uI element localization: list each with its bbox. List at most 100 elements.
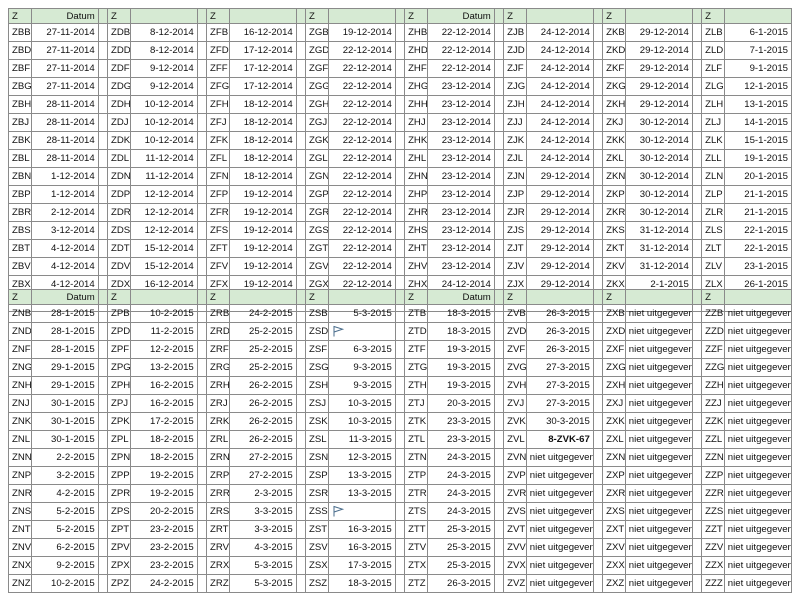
cell-date[interactable]: 4-12-2014 — [30, 239, 99, 258]
cell-date[interactable]: 12-12-2014 — [129, 185, 198, 204]
cell-date[interactable]: 31-12-2014 — [624, 257, 693, 276]
cell-date[interactable]: niet uitgegeven — [525, 538, 594, 557]
cell-plate-code[interactable]: ZGB — [305, 23, 329, 42]
cell-date[interactable]: 4-2-2015 — [30, 484, 99, 503]
cell-date[interactable]: 9-3-2015 — [327, 358, 396, 377]
cell-date[interactable]: 16-3-2015 — [327, 538, 396, 557]
cell-plate-code[interactable]: ZZB — [701, 304, 725, 323]
cell-date[interactable]: 18-2-2015 — [129, 448, 198, 467]
cell-plate-code[interactable]: ZHV — [404, 257, 428, 276]
cell-plate-code[interactable]: ZDN — [107, 167, 131, 186]
header-cell-code[interactable]: Z — [8, 289, 32, 305]
cell-plate-code[interactable]: ZBB — [8, 23, 32, 42]
cell-date[interactable]: 22-12-2014 — [327, 167, 396, 186]
cell-date[interactable]: 23-12-2014 — [426, 113, 495, 132]
cell-plate-code[interactable]: ZFF — [206, 59, 230, 78]
cell-plate-code[interactable]: ZDP — [107, 185, 131, 204]
cell-plate-code[interactable]: ZLG — [701, 77, 725, 96]
cell-plate-code[interactable]: ZNV — [8, 538, 32, 557]
cell-plate-code[interactable]: ZJR — [503, 203, 527, 222]
cell-date[interactable]: 2-3-2015 — [228, 484, 297, 503]
cell-date[interactable]: 23-12-2014 — [426, 131, 495, 150]
header-cell-datum[interactable] — [723, 289, 793, 305]
cell-date[interactable]: 2-2-2015 — [30, 448, 99, 467]
cell-plate-code[interactable]: ZJF — [503, 59, 527, 78]
cell-plate-code[interactable]: ZDG — [107, 77, 131, 96]
cell-date[interactable]: 13-3-2015 — [327, 484, 396, 503]
cell-plate-code[interactable]: ZRD — [206, 322, 230, 341]
cell-plate-code[interactable]: ZZZ — [701, 574, 725, 593]
cell-plate-code[interactable]: ZNL — [8, 430, 32, 449]
cell-date[interactable]: 27-2-2015 — [228, 466, 297, 485]
cell-date[interactable]: 21-1-2015 — [723, 203, 793, 222]
cell-plate-code[interactable]: ZNR — [8, 484, 32, 503]
header-cell-datum[interactable] — [624, 289, 693, 305]
cell-plate-code[interactable]: ZVR — [503, 484, 527, 503]
cell-date[interactable]: 24-3-2015 — [426, 502, 495, 521]
cell-date[interactable]: 23-2-2015 — [129, 520, 198, 539]
cell-plate-code[interactable]: ZDJ — [107, 113, 131, 132]
cell-date[interactable]: 13-1-2015 — [723, 95, 793, 114]
cell-date[interactable]: 23-12-2014 — [426, 77, 495, 96]
header-cell-code[interactable]: Z — [701, 8, 725, 24]
cell-plate-code[interactable]: ZPG — [107, 358, 131, 377]
cell-plate-code[interactable]: ZGR — [305, 203, 329, 222]
cell-plate-code[interactable]: ZPL — [107, 430, 131, 449]
cell-plate-code[interactable]: ZXB — [602, 304, 626, 323]
cell-date[interactable]: 19-3-2015 — [426, 340, 495, 359]
cell-plate-code[interactable]: ZBV — [8, 257, 32, 276]
cell-plate-code[interactable]: ZJL — [503, 149, 527, 168]
cell-plate-code[interactable]: ZFB — [206, 23, 230, 42]
cell-plate-code[interactable]: ZSJ — [305, 394, 329, 413]
cell-date[interactable]: 28-1-2015 — [30, 340, 99, 359]
cell-date[interactable]: 29-12-2014 — [624, 23, 693, 42]
cell-date[interactable]: 23-12-2014 — [426, 239, 495, 258]
cell-date[interactable]: 22-12-2014 — [327, 95, 396, 114]
cell-date[interactable]: 26-2-2015 — [228, 394, 297, 413]
cell-date[interactable]: 19-2-2015 — [129, 466, 198, 485]
cell-date[interactable]: 22-12-2014 — [426, 41, 495, 60]
cell-date[interactable]: 29-1-2015 — [30, 358, 99, 377]
cell-plate-code[interactable]: ZKP — [602, 185, 626, 204]
cell-date[interactable]: 16-12-2014 — [228, 23, 297, 42]
cell-plate-code[interactable]: ZZG — [701, 358, 725, 377]
cell-plate-code[interactable]: ZRB — [206, 304, 230, 323]
cell-date[interactable]: 30-1-2015 — [30, 394, 99, 413]
cell-date[interactable]: 29-12-2014 — [624, 41, 693, 60]
cell-date[interactable]: 5-3-2015 — [327, 304, 396, 323]
cell-date[interactable]: 23-12-2014 — [426, 95, 495, 114]
cell-date[interactable]: 5-3-2015 — [228, 556, 297, 575]
cell-plate-code[interactable]: ZZL — [701, 430, 725, 449]
cell-plate-code[interactable]: ZRG — [206, 358, 230, 377]
cell-date[interactable]: 17-12-2014 — [228, 77, 297, 96]
cell-plate-code[interactable]: ZHT — [404, 239, 428, 258]
cell-date[interactable]: 19-2-2015 — [129, 484, 198, 503]
cell-date[interactable]: niet uitgegeven — [723, 322, 793, 341]
cell-date[interactable]: niet uitgegeven — [723, 304, 793, 323]
cell-plate-code[interactable]: ZZN — [701, 448, 725, 467]
cell-date[interactable]: 29-12-2014 — [624, 77, 693, 96]
cell-plate-code[interactable]: ZKJ — [602, 113, 626, 132]
cell-date[interactable]: 30-1-2015 — [30, 430, 99, 449]
header-cell-code[interactable]: Z — [206, 8, 230, 24]
cell-date[interactable]: 30-1-2015 — [30, 412, 99, 431]
header-cell-datum[interactable] — [525, 8, 594, 24]
cell-date[interactable]: 23-12-2014 — [426, 149, 495, 168]
cell-plate-code[interactable]: ZFD — [206, 41, 230, 60]
cell-plate-code[interactable]: ZLT — [701, 239, 725, 258]
cell-plate-code[interactable]: ZLV — [701, 257, 725, 276]
cell-date[interactable]: 17-12-2014 — [228, 59, 297, 78]
cell-plate-code[interactable]: ZHL — [404, 149, 428, 168]
cell-date[interactable]: 3-3-2015 — [228, 520, 297, 539]
cell-plate-code[interactable]: ZDR — [107, 203, 131, 222]
cell-date[interactable]: niet uitgegeven — [624, 466, 693, 485]
cell-plate-code[interactable]: ZNB — [8, 304, 32, 323]
cell-date[interactable]: 26-3-2015 — [426, 574, 495, 593]
cell-date[interactable]: 10-3-2015 — [327, 394, 396, 413]
cell-date[interactable]: 19-3-2015 — [426, 376, 495, 395]
cell-date[interactable]: 15-12-2014 — [129, 257, 198, 276]
cell-date[interactable]: 26-3-2015 — [525, 340, 594, 359]
cell-date[interactable]: niet uitgegeven — [723, 340, 793, 359]
cell-date[interactable]: niet uitgegeven — [723, 412, 793, 431]
cell-plate-code[interactable]: ZBD — [8, 41, 32, 60]
